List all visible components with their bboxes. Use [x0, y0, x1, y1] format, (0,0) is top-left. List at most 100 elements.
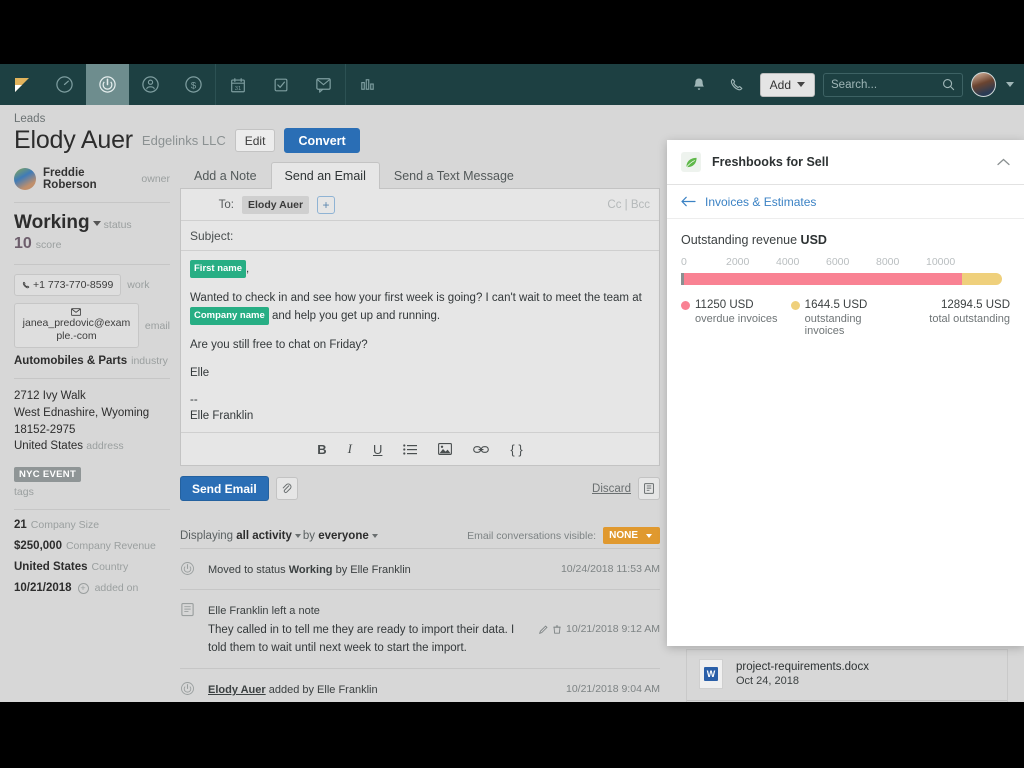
- country-label: Country: [92, 561, 129, 573]
- editor-paragraph-1: Wanted to check in and see how your firs…: [190, 290, 650, 326]
- calendar-icon[interactable]: 31: [216, 64, 259, 105]
- freshbooks-title: Freshbooks for Sell: [712, 155, 829, 169]
- letterbox-top: [0, 0, 1024, 64]
- activity-text-after: by Elle Franklin: [333, 564, 411, 576]
- image-icon[interactable]: [438, 443, 452, 455]
- edit-button[interactable]: Edit: [235, 129, 276, 152]
- score-label: score: [36, 239, 62, 251]
- file-date: Oct 24, 2018: [736, 675, 869, 687]
- activity-line: Elody Auer added by Elle Franklin: [208, 684, 378, 696]
- cc-bcc-toggle[interactable]: Cc | Bcc: [607, 199, 650, 211]
- tags-label: tags: [14, 486, 170, 498]
- chevron-down-icon[interactable]: [295, 534, 301, 538]
- company-details-block: 21 Company Size $250,000 Company Revenue…: [14, 510, 170, 614]
- legend-dot-overdue: [681, 301, 690, 310]
- tag-badge[interactable]: NYC EVENT: [14, 467, 81, 482]
- freshbooks-breadcrumb-link[interactable]: Invoices & Estimates: [705, 195, 816, 209]
- merge-token-first-name[interactable]: First name: [190, 260, 246, 278]
- company-size-value: 21: [14, 519, 27, 531]
- paperclip-icon[interactable]: [276, 477, 298, 500]
- communication-center-icon[interactable]: [302, 64, 345, 105]
- activity-filter-type[interactable]: all activity: [236, 530, 292, 542]
- added-on-label: added on: [95, 582, 139, 594]
- list-icon[interactable]: [403, 444, 417, 455]
- email-visibility-badge[interactable]: NONE: [603, 527, 660, 544]
- company-name: Edgelinks LLC: [142, 133, 226, 148]
- activity-timestamp: 10/24/2018 11:53 AM: [561, 560, 660, 578]
- phone-row: +1 773-770-8599 work: [14, 274, 170, 296]
- activity-text: Elle Franklin left a note They called in…: [208, 601, 529, 657]
- legend-item-total: 12894.5 USD total outstanding: [900, 299, 1010, 337]
- delete-trash-icon[interactable]: [553, 625, 561, 634]
- logo-icon[interactable]: [0, 64, 43, 105]
- leaf-icon: [681, 152, 701, 172]
- activity-lead-link[interactable]: Elody Auer: [208, 684, 266, 696]
- convert-button[interactable]: Convert: [284, 128, 359, 153]
- add-button[interactable]: Add: [760, 73, 815, 97]
- link-icon[interactable]: [473, 445, 489, 454]
- search-placeholder: Search...: [831, 79, 942, 91]
- activity-item: Elle Franklin left a note They called in…: [180, 590, 660, 669]
- underline-icon[interactable]: U: [373, 442, 382, 457]
- info-circle-icon: +: [78, 583, 89, 594]
- legend-value: 12894.5 USD: [941, 299, 1010, 311]
- file-list-item[interactable]: W project-requirements.docx Oct 24, 2018: [687, 650, 1007, 700]
- chevron-down-icon[interactable]: [372, 534, 378, 538]
- added-on-row: 10/21/2018 + added on: [14, 582, 170, 594]
- editor-signoff: Elle: [190, 365, 650, 382]
- legend-item-outstanding: 1644.5 USD outstanding invoices: [791, 299, 901, 337]
- editor-signature: -- Elle Franklin: [190, 393, 650, 424]
- bell-icon[interactable]: [684, 64, 714, 105]
- phone-value: +1 773-770-8599: [33, 279, 113, 291]
- phone-field[interactable]: +1 773-770-8599: [14, 274, 121, 296]
- word-doc-icon: W: [699, 659, 723, 689]
- edit-pencil-icon[interactable]: [539, 625, 548, 634]
- recipient-chip[interactable]: Elody Auer: [242, 196, 309, 214]
- tasks-checkbox-icon[interactable]: [259, 64, 302, 105]
- formatting-toolbar: B I U { }: [181, 432, 659, 465]
- reports-bar-chart-icon[interactable]: [346, 64, 389, 105]
- dashboard-gauge-icon[interactable]: [43, 64, 86, 105]
- activity-timestamp-group: 10/21/2018 9:12 AM: [539, 601, 660, 657]
- status-row[interactable]: Working status: [14, 212, 170, 234]
- send-email-button[interactable]: Send Email: [180, 476, 269, 501]
- phone-icon[interactable]: [722, 64, 752, 105]
- company-revenue-row: $250,000 Company Revenue: [14, 540, 170, 552]
- arrow-left-icon[interactable]: [681, 196, 696, 207]
- legend-label: total outstanding: [900, 313, 1010, 325]
- address-label: address: [86, 440, 123, 452]
- owner-row[interactable]: Freddie Roberson owner: [14, 161, 170, 202]
- contacts-person-icon[interactable]: [129, 64, 172, 105]
- avatar[interactable]: [971, 72, 996, 97]
- tab-send-a-text-message[interactable]: Send a Text Message: [380, 162, 528, 189]
- tab-add-a-note[interactable]: Add a Note: [180, 162, 271, 189]
- chevron-down-icon[interactable]: [1006, 82, 1014, 87]
- email-value: janea_predovic@example.-com: [23, 317, 131, 342]
- email-body-editor[interactable]: First name, Wanted to check in and see h…: [181, 251, 659, 432]
- status-power-icon: [180, 681, 196, 697]
- chevron-up-icon[interactable]: [997, 158, 1010, 166]
- bold-icon[interactable]: B: [317, 442, 326, 457]
- address-line-2: West Ednashire, Wyoming 18152-2975: [14, 405, 170, 438]
- activity-filter-user[interactable]: everyone: [318, 530, 369, 542]
- signature-name: Elle Franklin: [190, 410, 253, 422]
- code-braces-icon[interactable]: { }: [510, 442, 522, 457]
- page-title: Elody Auer: [14, 126, 133, 155]
- by-word: by: [303, 530, 315, 542]
- merge-token-company-name[interactable]: Company name: [190, 307, 269, 325]
- deals-dollar-icon[interactable]: $: [172, 64, 215, 105]
- search-input[interactable]: Search...: [823, 73, 963, 97]
- discard-link[interactable]: Discard: [592, 483, 631, 495]
- axis-tick-2000: 2000: [726, 256, 749, 268]
- activity-text-after: added by Elle Franklin: [266, 684, 378, 696]
- italic-icon[interactable]: I: [348, 441, 352, 457]
- email-visibility-value: NONE: [609, 530, 638, 541]
- leads-power-icon[interactable]: [86, 64, 129, 105]
- template-icon[interactable]: [638, 477, 660, 500]
- contact-block: +1 773-770-8599 work janea_predovic@exam…: [14, 265, 170, 378]
- tab-send-an-email[interactable]: Send an Email: [271, 162, 380, 189]
- subject-input[interactable]: Subject:: [181, 221, 659, 251]
- add-recipient-button[interactable]: +: [317, 196, 335, 214]
- email-field[interactable]: janea_predovic@example.-com: [14, 303, 139, 348]
- breadcrumb[interactable]: Leads: [14, 113, 1024, 125]
